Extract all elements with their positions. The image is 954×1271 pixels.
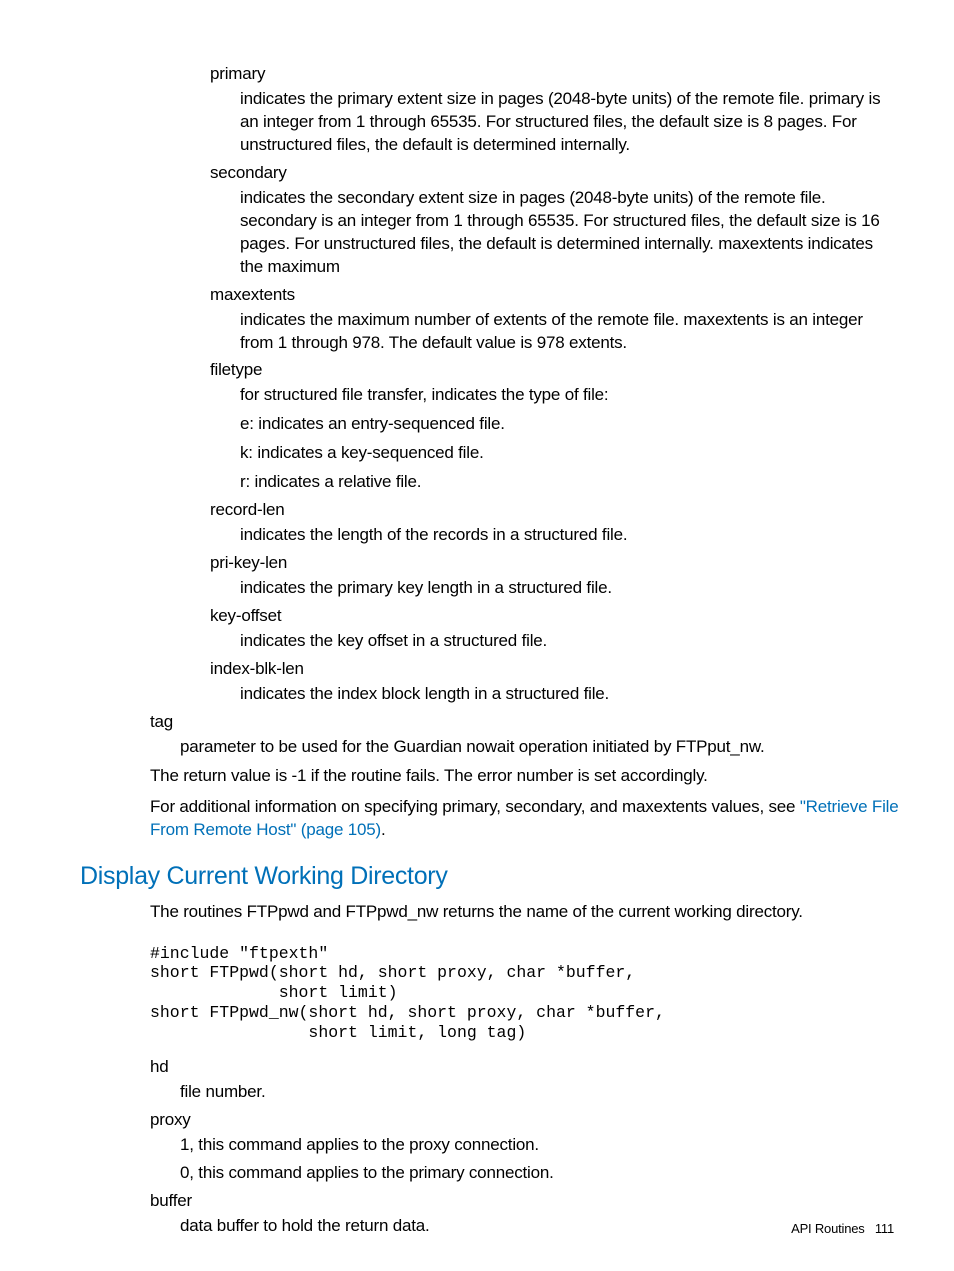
desc-filetype: for structured file transfer, indicates … [240,384,899,407]
term-recordlen: record-len [210,500,899,520]
desc-maxextents: indicates the maximum number of extents … [240,309,899,355]
desc-prikeylen: indicates the primary key length in a st… [240,577,899,600]
desc-primary: indicates the primary extent size in pag… [240,88,899,157]
footer-page-number: 111 [875,1221,894,1236]
term-prikeylen: pri-key-len [210,553,899,573]
desc-tag: parameter to be used for the Guardian no… [180,736,899,759]
term-maxextents: maxextents [210,285,899,305]
page-footer: API Routines 111 [791,1221,894,1236]
tag-definition: tag parameter to be used for the Guardia… [150,712,899,759]
desc-proxy-1: 1, this command applies to the proxy con… [180,1134,899,1157]
section-intro: The routines FTPpwd and FTPpwd_nw return… [150,901,899,924]
term-proxy: proxy [150,1110,899,1130]
addinfo-post: . [381,820,386,839]
term-primary: primary [210,64,899,84]
term-buffer: buffer [150,1191,899,1211]
additional-info: For additional information on specifying… [150,796,899,842]
definition-list-inner: primary indicates the primary extent siz… [210,64,899,706]
filetype-k: k: indicates a key-sequenced file. [240,442,899,465]
term-keyoffset: key-offset [210,606,899,626]
addinfo-pre: For additional information on specifying… [150,797,800,816]
filetype-r: r: indicates a relative file. [240,471,899,494]
term-filetype: filetype [210,360,899,380]
filetype-e: e: indicates an entry-sequenced file. [240,413,899,436]
page-content: primary indicates the primary extent siz… [0,0,954,1238]
term-hd: hd [150,1057,899,1077]
section-heading: Display Current Working Directory [80,862,899,891]
desc-hd: file number. [180,1081,899,1104]
term-secondary: secondary [210,163,899,183]
return-value-text: The return value is -1 if the routine fa… [150,765,899,788]
pwd-params: hd file number. proxy 1, this command ap… [150,1057,899,1239]
desc-keyoffset: indicates the key offset in a structured… [240,630,899,653]
term-tag: tag [150,712,899,732]
desc-secondary: indicates the secondary extent size in p… [240,187,899,279]
code-block: #include "ftpexth" short FTPpwd(short hd… [150,944,899,1043]
desc-proxy-0: 0, this command applies to the primary c… [180,1162,899,1185]
term-indexblklen: index-blk-len [210,659,899,679]
desc-indexblklen: indicates the index block length in a st… [240,683,899,706]
footer-section: API Routines [791,1221,864,1236]
desc-recordlen: indicates the length of the records in a… [240,524,899,547]
